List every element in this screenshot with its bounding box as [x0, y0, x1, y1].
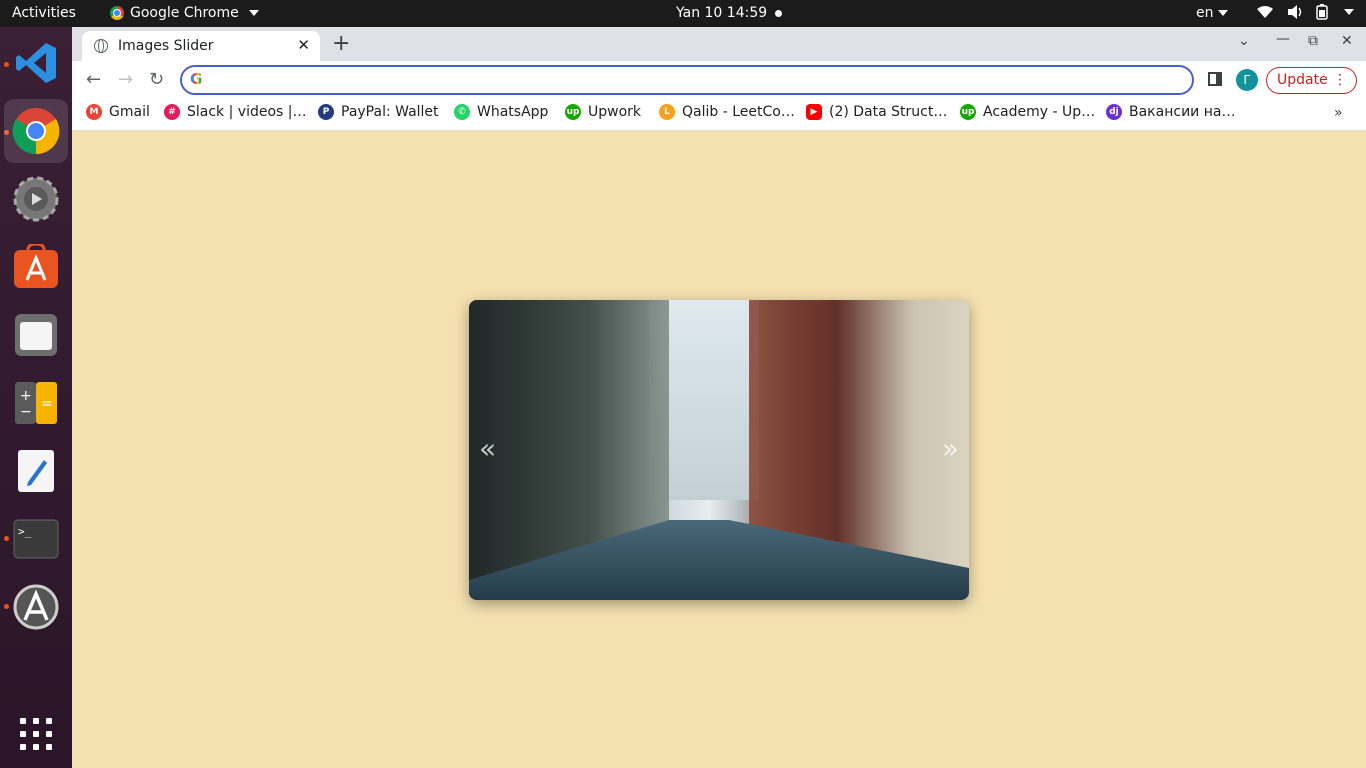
app-menu[interactable]: Google Chrome — [110, 5, 259, 21]
grid-icon — [20, 718, 52, 750]
chevron-down-icon — [1217, 10, 1228, 16]
tab-search-icon[interactable]: ⌄ — [1238, 33, 1250, 49]
address-bar[interactable]: G — [180, 65, 1194, 95]
avatar[interactable]: Г — [1236, 69, 1258, 91]
reload-icon[interactable]: ↻ — [149, 69, 164, 90]
close-icon[interactable]: ✕ — [297, 36, 310, 54]
calculator-icon: + − = — [15, 382, 57, 424]
bookmark-vacancies[interactable]: dj Вакансии на… — [1106, 104, 1235, 120]
new-tab-button[interactable]: + — [332, 31, 350, 56]
software-updater-launcher[interactable] — [4, 575, 68, 639]
activities-button[interactable]: Activities — [12, 5, 76, 21]
updater-icon — [13, 584, 59, 630]
wifi-icon — [1257, 6, 1273, 18]
terminal-launcher[interactable]: >_ — [4, 507, 68, 571]
youtube-icon: ▶ — [806, 104, 822, 120]
svg-text:>_: >_ — [18, 525, 32, 538]
gear-icon — [13, 176, 59, 222]
bookmark-gmail[interactable]: M Gmail — [86, 104, 150, 120]
update-button[interactable]: Update ⋮ — [1266, 67, 1357, 94]
svg-text:−: − — [20, 404, 32, 420]
slack-icon: # — [164, 104, 180, 120]
bookmark-label: Slack | videos |… — [187, 104, 307, 120]
bookmark-label: PayPal: Wallet — [341, 104, 439, 120]
globe-icon — [94, 39, 108, 53]
terminal-icon: >_ — [13, 519, 59, 559]
bookmark-label: Qalib - LeetCo… — [682, 104, 795, 120]
system-top-bar: Activities Google Chrome Yan 10 14:59 en — [0, 0, 1366, 27]
restore-icon[interactable]: ⧉ — [1308, 33, 1318, 49]
bookmark-upwork[interactable]: up Upwork — [565, 104, 641, 120]
bookmarks-overflow-icon[interactable]: » — [1334, 105, 1343, 121]
address-input[interactable] — [212, 70, 1172, 90]
bookmark-label: Gmail — [109, 104, 150, 120]
forward-icon[interactable]: → — [118, 69, 133, 90]
bookmark-label: WhatsApp — [477, 104, 549, 120]
minimize-icon[interactable]: — — [1276, 31, 1290, 47]
bookmark-leetcode[interactable]: L Qalib - LeetCo… — [659, 104, 795, 120]
slider-prev-button[interactable]: « — [479, 432, 496, 465]
page-content: « » — [72, 131, 1366, 768]
whatsapp-icon: ✆ — [454, 104, 470, 120]
google-icon: G — [190, 70, 203, 88]
leetcode-icon: L — [659, 104, 675, 120]
svg-text:=: = — [41, 396, 53, 412]
image-slider: « » — [469, 300, 969, 600]
vscode-launcher[interactable] — [4, 31, 68, 95]
djinni-icon: dj — [1106, 104, 1122, 120]
browser-window: Images Slider ✕ + ⌄ — ⧉ ✕ ← → ↻ G Г Upda… — [72, 27, 1366, 131]
bookmarks-bar: M Gmail # Slack | videos |… P PayPal: Walle… — [72, 99, 1366, 131]
files-launcher[interactable] — [4, 303, 68, 367]
back-icon[interactable]: ← — [86, 69, 101, 90]
pencil-icon — [18, 450, 54, 492]
bookmark-slack[interactable]: # Slack | videos |… — [164, 104, 306, 120]
chevron-down-icon — [1344, 9, 1354, 15]
side-panel-icon[interactable] — [1208, 72, 1222, 86]
close-window-icon[interactable]: ✕ — [1341, 33, 1353, 49]
svg-text:+: + — [20, 388, 32, 404]
bookmark-label: Вакансии на… — [1129, 104, 1236, 120]
more-vert-icon: ⋮ — [1333, 72, 1347, 88]
chrome-launcher[interactable] — [4, 99, 68, 163]
tab-strip: Images Slider ✕ + ⌄ — ⧉ ✕ — [72, 27, 1366, 61]
text-editor-launcher[interactable] — [4, 439, 68, 503]
app-menu-label: Google Chrome — [130, 5, 239, 21]
browser-toolbar: ← → ↻ G Г Update ⋮ — [72, 61, 1366, 99]
app-center-launcher[interactable] — [4, 235, 68, 299]
bookmark-label: Academy - Up… — [983, 104, 1096, 120]
volume-icon — [1288, 5, 1302, 19]
bookmark-label: (2) Data Struct… — [829, 104, 948, 120]
upwork-icon: up — [960, 104, 976, 120]
paypal-icon: P — [318, 104, 334, 120]
tab-images-slider[interactable]: Images Slider ✕ — [82, 31, 320, 61]
settings-launcher[interactable] — [4, 167, 68, 231]
dock: + − = >_ — [0, 27, 72, 768]
slider-next-button[interactable]: » — [942, 432, 959, 465]
bookmark-academy-upwork[interactable]: up Academy - Up… — [960, 104, 1095, 120]
clock[interactable]: Yan 10 14:59 — [676, 5, 767, 21]
notification-dot — [775, 10, 782, 17]
chrome-icon — [110, 6, 124, 20]
update-label: Update — [1277, 72, 1328, 88]
language-label: en — [1196, 5, 1214, 21]
vscode-icon — [16, 43, 56, 83]
battery-icon — [1316, 4, 1328, 20]
bookmark-paypal[interactable]: P PayPal: Wallet — [318, 104, 439, 120]
store-icon — [14, 244, 58, 288]
folder-icon — [15, 314, 57, 356]
language-indicator[interactable]: en — [1196, 5, 1228, 21]
tab-title: Images Slider — [118, 38, 214, 54]
gmail-icon: M — [86, 104, 102, 120]
bookmark-youtube[interactable]: ▶ (2) Data Struct… — [806, 104, 947, 120]
chevron-down-icon — [248, 10, 259, 16]
bookmark-whatsapp[interactable]: ✆ WhatsApp — [454, 104, 548, 120]
show-apps-button[interactable] — [4, 702, 68, 766]
upwork-icon: up — [565, 104, 581, 120]
bookmark-label: Upwork — [588, 104, 642, 120]
calculator-launcher[interactable]: + − = — [4, 371, 68, 435]
system-menu[interactable] — [1256, 4, 1354, 20]
chrome-icon — [12, 108, 60, 155]
